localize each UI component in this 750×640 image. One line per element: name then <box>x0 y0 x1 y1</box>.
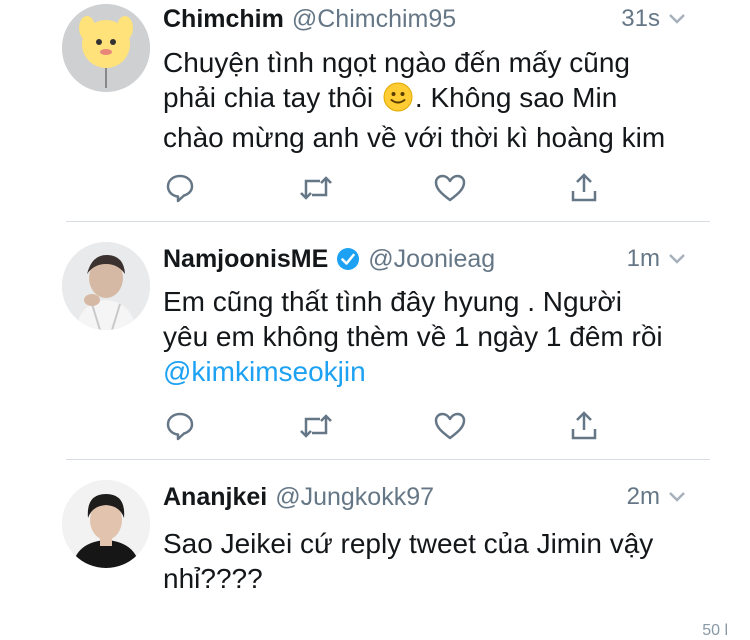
tweet-header: Chimchim @Chimchim95 31s <box>163 2 688 36</box>
chevron-down-icon[interactable] <box>666 486 688 508</box>
tweet-text-line: Em cũng thất tình đây hyung . Người <box>163 286 622 317</box>
like-icon <box>434 174 466 202</box>
tweet-1[interactable]: Chimchim @Chimchim95 31s Chuyện tình ngọ… <box>0 0 750 220</box>
retweet-icon <box>300 414 332 438</box>
retweet-icon <box>300 176 332 200</box>
retweet-button[interactable] <box>296 406 336 446</box>
display-name[interactable]: Chimchim <box>163 5 284 34</box>
timestamp[interactable]: 1m <box>627 245 660 273</box>
tweet-2[interactable]: NamjoonisME @Joonieag 1m Em cũng thất tì… <box>0 222 750 458</box>
tweet-header: Ananjkei @Jungkokk97 2m <box>163 480 688 514</box>
tweet-3[interactable]: Ananjkei @Jungkokk97 2m Sao Jeikei cứ re… <box>0 460 750 639</box>
tweet-text-line: phải chia tay thôi <box>163 82 374 113</box>
display-name[interactable]: Ananjkei <box>163 483 267 512</box>
reply-icon <box>166 412 194 441</box>
chevron-down-icon[interactable] <box>666 248 688 270</box>
tweet-text-line: Sao Jeikei cứ reply tweet của Jimin vậy <box>163 528 654 559</box>
mention-link[interactable]: @kimkimseokjin <box>163 354 703 389</box>
verified-badge-icon <box>336 247 360 271</box>
like-button[interactable] <box>430 168 470 208</box>
share-icon <box>571 411 597 440</box>
avatar-photo-image <box>62 242 150 330</box>
reply-button[interactable] <box>160 406 200 446</box>
reply-icon <box>166 174 194 203</box>
tweet-text: Sao Jeikei cứ reply tweet của Jimin vậy … <box>163 526 703 596</box>
partial-count-text: 50 l <box>702 622 728 639</box>
tweet-text-line: chào mừng anh về với thời kì hoàng kim <box>163 122 666 153</box>
tweet-text-line: . Không sao Min <box>414 82 618 113</box>
timestamp[interactable]: 31s <box>621 5 660 33</box>
tweet-text-line: yêu em không thèm về 1 ngày 1 đêm rồi <box>163 321 663 352</box>
avatar-chimmy-image <box>62 4 150 92</box>
tweet-text-line: Chuyện tình ngọt ngào đến mấy cũng <box>163 47 631 78</box>
slightly-smiling-face-emoji <box>383 82 413 120</box>
tweet-actions <box>160 168 610 208</box>
avatar[interactable] <box>62 4 150 92</box>
tweet-text-line: nhỉ???? <box>163 563 263 594</box>
avatar-photo-image <box>62 480 150 568</box>
chevron-down-icon[interactable] <box>666 8 688 30</box>
user-handle[interactable]: @Jungkokk97 <box>275 483 434 512</box>
reply-button[interactable] <box>160 168 200 208</box>
share-button[interactable] <box>564 406 604 446</box>
user-handle[interactable]: @Chimchim95 <box>292 5 456 34</box>
tweet-text: Chuyện tình ngọt ngào đến mấy cũng phải … <box>163 45 703 155</box>
user-handle[interactable]: @Joonieag <box>368 245 495 274</box>
like-button[interactable] <box>430 406 470 446</box>
tweet-actions <box>160 406 610 446</box>
retweet-button[interactable] <box>296 168 336 208</box>
tweet-header: NamjoonisME @Joonieag 1m <box>163 242 688 276</box>
avatar[interactable] <box>62 480 150 568</box>
like-icon <box>434 412 466 440</box>
display-name[interactable]: NamjoonisME <box>163 245 328 274</box>
avatar[interactable] <box>62 242 150 330</box>
share-button[interactable] <box>564 168 604 208</box>
share-icon <box>571 173 597 202</box>
timestamp[interactable]: 2m <box>627 483 660 511</box>
tweet-text: Em cũng thất tình đây hyung . Người yêu … <box>163 284 703 389</box>
